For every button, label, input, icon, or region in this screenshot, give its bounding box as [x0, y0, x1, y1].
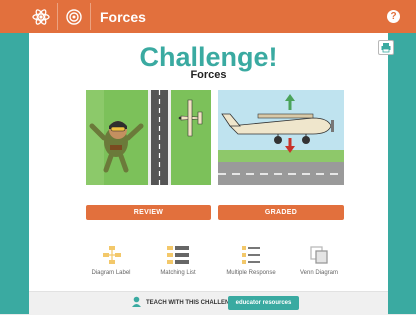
- teach-with-challenge-text: TEACH WITH THIS CHALLENGE: [146, 300, 238, 306]
- teacher-icon: [132, 296, 141, 307]
- matching-list-icon: [167, 246, 189, 264]
- review-button[interactable]: REVIEW: [86, 205, 211, 220]
- atom-icon: [32, 8, 50, 25]
- help-icon[interactable]: ?: [387, 10, 400, 23]
- topic-breadcrumb[interactable]: [61, 0, 87, 33]
- graded-button[interactable]: GRADED: [218, 205, 344, 220]
- breadcrumb-separator: [90, 3, 91, 30]
- page-title: Forces: [100, 9, 146, 25]
- home-breadcrumb[interactable]: [27, 0, 55, 33]
- challenge-heading: Challenge!: [139, 42, 278, 72]
- venn-diagram-icon: [310, 246, 328, 264]
- target-icon: [66, 8, 82, 25]
- activity-label: Venn Diagram: [299, 270, 339, 276]
- diagram-label-icon: [103, 246, 121, 264]
- educator-resources-button[interactable]: educator resources: [228, 296, 299, 310]
- right-border: [388, 33, 416, 314]
- breadcrumb-separator: [57, 3, 58, 30]
- challenge-subheading: Forces: [190, 69, 227, 81]
- airplane-illustration: [218, 90, 344, 185]
- left-border: [0, 33, 29, 314]
- activity-label: Matching List: [160, 270, 196, 276]
- multiple-response-icon: [242, 246, 260, 264]
- skydiver-illustration: [86, 90, 211, 185]
